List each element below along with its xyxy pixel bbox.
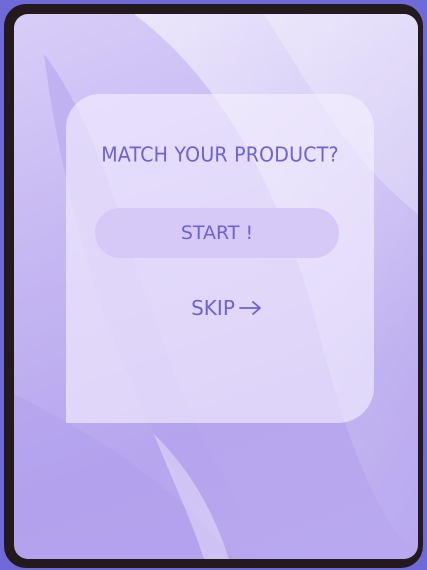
skip-label: SKIP [191, 296, 235, 320]
quiz-card: MATCH YOUR PRODUCT? START ! SKIP [66, 94, 374, 423]
arrow-right-icon [238, 300, 263, 316]
start-button[interactable]: START ! [95, 208, 339, 258]
app-screen: MATCH YOUR PRODUCT? START ! SKIP [14, 14, 418, 559]
quiz-question: MATCH YOUR PRODUCT? [101, 143, 339, 167]
start-button-label: START ! [180, 222, 254, 244]
skip-link[interactable]: SKIP [66, 296, 374, 320]
